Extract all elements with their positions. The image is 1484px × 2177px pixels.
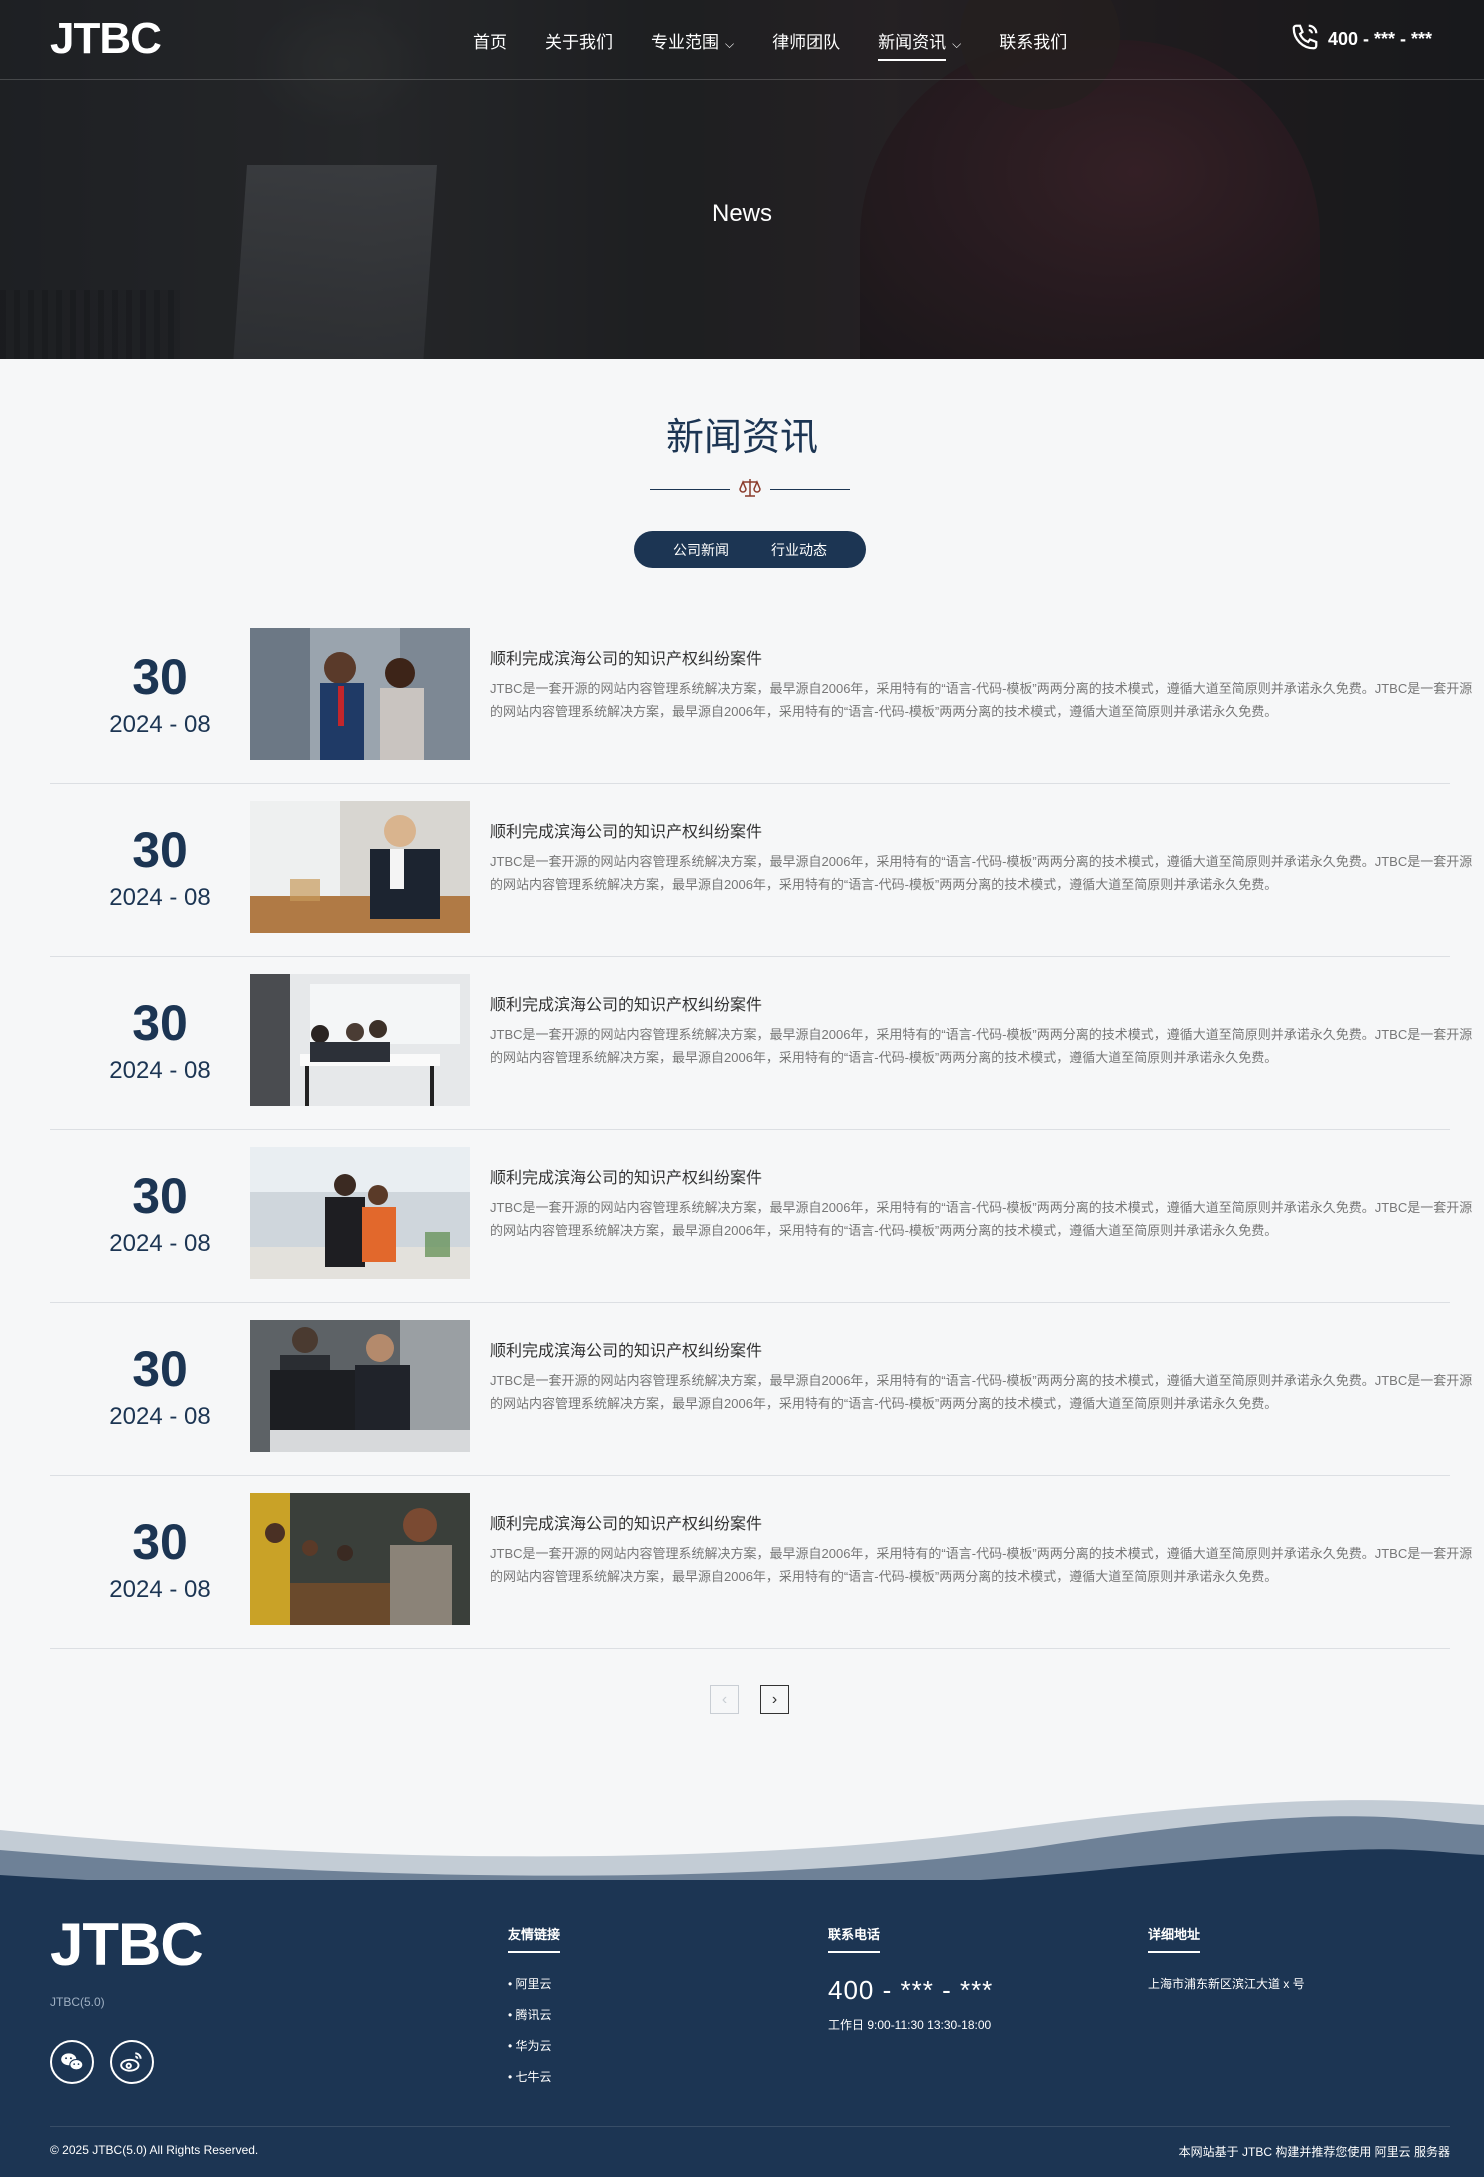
footer-phone[interactable]: 400 - *** - *** xyxy=(828,1975,993,2006)
news-list: 30 2024 - 08 顺利完成滨海公司的知识产权纠纷案件 JTBC是一套开源的… xyxy=(50,611,1472,1649)
footer-link-aliyun[interactable]: 阿里云 xyxy=(508,1975,560,1992)
header-phone[interactable]: 400 - *** - *** xyxy=(1290,22,1432,57)
pagination: ‹ › xyxy=(710,1685,810,1714)
footer-contact: 联系电话 400 - *** - *** 工作日 9:00-11:30 13:3… xyxy=(828,1924,993,2033)
nav-item-practice[interactable]: 专业范围 ⌵ xyxy=(651,28,734,61)
news-item[interactable]: 30 2024 - 08 顺利完成滨海公司的知识产权纠纷案件 JTBC是一套开源的… xyxy=(50,611,1472,784)
footer-version: JTBC(5.0) xyxy=(50,1995,105,2009)
phone-icon xyxy=(1290,22,1320,57)
news-title[interactable]: 顺利完成滨海公司的知识产权纠纷案件 xyxy=(490,991,762,1015)
header-phone-number: 400 - *** - *** xyxy=(1328,29,1433,49)
news-item[interactable]: 30 2024 - 08 顺利完成滨海公司的知识产权纠纷案件 JTBC是一套开源的… xyxy=(50,784,1472,957)
footer-address: 详细地址 上海市浦东新区滨江大道 x 号 xyxy=(1148,1924,1305,1992)
weibo-icon[interactable] xyxy=(110,2040,154,2084)
footer-link-tencent[interactable]: 腾讯云 xyxy=(508,2006,560,2023)
news-thumbnail[interactable] xyxy=(250,1147,470,1279)
news-date: 30 2024 - 08 xyxy=(109,1514,211,1603)
news-item[interactable]: 30 2024 - 08 顺利完成滨海公司的知识产权纠纷案件 JTBC是一套开源的… xyxy=(50,1476,1472,1649)
footer-logo[interactable]: JTBC xyxy=(50,1910,204,1979)
site-header: JTBC 首页 关于我们 专业范围 ⌵ 律师团队 新闻资讯 ⌵ 联系我们 400 -… xyxy=(0,0,1484,80)
copyright: © 2025 JTBC(5.0) All Rights Reserved. xyxy=(50,2143,259,2157)
news-tabs: 公司新闻 行业动态 xyxy=(634,531,866,568)
footer-links-title: 友情链接 xyxy=(508,1924,561,1953)
footer-bottom: © 2025 JTBC(5.0) All Rights Reserved. 本网… xyxy=(50,2126,1450,2160)
nav-item-team[interactable]: 律师团队 xyxy=(772,28,840,61)
news-summary: JTBC是一套开源的网站内容管理系统解决方案，最早源自2006年，采用特有的“语… xyxy=(490,1200,1473,1238)
news-date: 30 2024 - 08 xyxy=(109,1168,211,1257)
news-summary: JTBC是一套开源的网站内容管理系统解决方案，最早源自2006年，采用特有的“语… xyxy=(490,854,1473,892)
news-summary: JTBC是一套开源的网站内容管理系统解决方案，最早源自2006年，采用特有的“语… xyxy=(490,1027,1473,1065)
footer-hours: 工作日 9:00-11:30 13:30-18:00 xyxy=(828,2018,992,2032)
news-title[interactable]: 顺利完成滨海公司的知识产权纠纷案件 xyxy=(490,1164,762,1188)
prev-page-button[interactable]: ‹ xyxy=(710,1685,739,1714)
news-date: 30 2024 - 08 xyxy=(109,1341,211,1430)
news-date: 30 2024 - 08 xyxy=(109,995,211,1084)
news-item[interactable]: 30 2024 - 08 顺利完成滨海公司的知识产权纠纷案件 JTBC是一套开源的… xyxy=(50,1130,1472,1303)
news-title[interactable]: 顺利完成滨海公司的知识产权纠纷案件 xyxy=(490,1510,762,1534)
tab-company-news[interactable]: 公司新闻 xyxy=(652,540,750,560)
news-date: 30 2024 - 08 xyxy=(109,649,211,738)
chevron-down-icon: ⌵ xyxy=(952,37,962,51)
chevron-down-icon: ⌵ xyxy=(725,37,735,51)
footer-link-huawei[interactable]: 华为云 xyxy=(508,2037,560,2054)
hero-title: News xyxy=(711,200,772,227)
nav-item-news[interactable]: 新闻资讯 ⌵ xyxy=(878,28,961,61)
news-title[interactable]: 顺利完成滨海公司的知识产权纠纷案件 xyxy=(490,645,762,669)
nav-item-home[interactable]: 首页 xyxy=(473,28,507,61)
site-logo[interactable]: JTBC xyxy=(50,14,162,64)
news-thumbnail[interactable] xyxy=(250,974,470,1106)
footer-phone-title: 联系电话 xyxy=(828,1924,881,1953)
nav-item-contact[interactable]: 联系我们 xyxy=(999,28,1067,61)
news-title[interactable]: 顺利完成滨海公司的知识产权纠纷案件 xyxy=(490,818,762,842)
main-nav: 首页 关于我们 专业范围 ⌵ 律师团队 新闻资讯 ⌵ 联系我们 xyxy=(473,28,1105,61)
news-date: 30 2024 - 08 xyxy=(109,822,211,911)
site-footer: JTBC JTBC(5.0) 友情链接 阿里云 腾讯云 华为云 七牛云 联系电话… xyxy=(0,1880,1484,2177)
scales-icon xyxy=(739,479,761,497)
page-title: 新闻资讯 xyxy=(665,417,818,459)
news-thumbnail[interactable] xyxy=(250,801,470,933)
news-item[interactable]: 30 2024 - 08 顺利完成滨海公司的知识产权纠纷案件 JTBC是一套开源的… xyxy=(50,1303,1472,1476)
powered-by[interactable]: 本网站基于 JTBC 构建并推荐您使用 阿里云 服务器 xyxy=(1179,2143,1450,2160)
footer-address-title: 详细地址 xyxy=(1148,1924,1201,1953)
news-thumbnail[interactable] xyxy=(250,1320,470,1452)
news-item[interactable]: 30 2024 - 08 顺利完成滨海公司的知识产权纠纷案件 JTBC是一套开源的… xyxy=(50,957,1472,1130)
news-summary: JTBC是一套开源的网站内容管理系统解决方案，最早源自2006年，采用特有的“语… xyxy=(490,681,1473,719)
footer-link-qiniu[interactable]: 七牛云 xyxy=(508,2068,560,2085)
title-divider xyxy=(650,476,850,506)
news-title[interactable]: 顺利完成滨海公司的知识产权纠纷案件 xyxy=(490,1337,762,1361)
news-thumbnail[interactable] xyxy=(250,628,470,760)
footer-address-text: 上海市浦东新区滨江大道 x 号 xyxy=(1148,1977,1305,1991)
wechat-icon[interactable] xyxy=(50,2040,94,2084)
news-summary: JTBC是一套开源的网站内容管理系统解决方案，最早源自2006年，采用特有的“语… xyxy=(490,1546,1473,1584)
hero-banner: JTBC 首页 关于我们 专业范围 ⌵ 律师团队 新闻资讯 ⌵ 联系我们 400 -… xyxy=(0,0,1484,359)
nav-item-about[interactable]: 关于我们 xyxy=(545,28,613,61)
tab-industry-news[interactable]: 行业动态 xyxy=(750,540,848,560)
footer-links: 友情链接 阿里云 腾讯云 华为云 七牛云 xyxy=(508,1924,561,2099)
news-thumbnail[interactable] xyxy=(250,1493,470,1625)
next-page-button[interactable]: › xyxy=(760,1685,789,1714)
news-summary: JTBC是一套开源的网站内容管理系统解决方案，最早源自2006年，采用特有的“语… xyxy=(490,1373,1473,1411)
